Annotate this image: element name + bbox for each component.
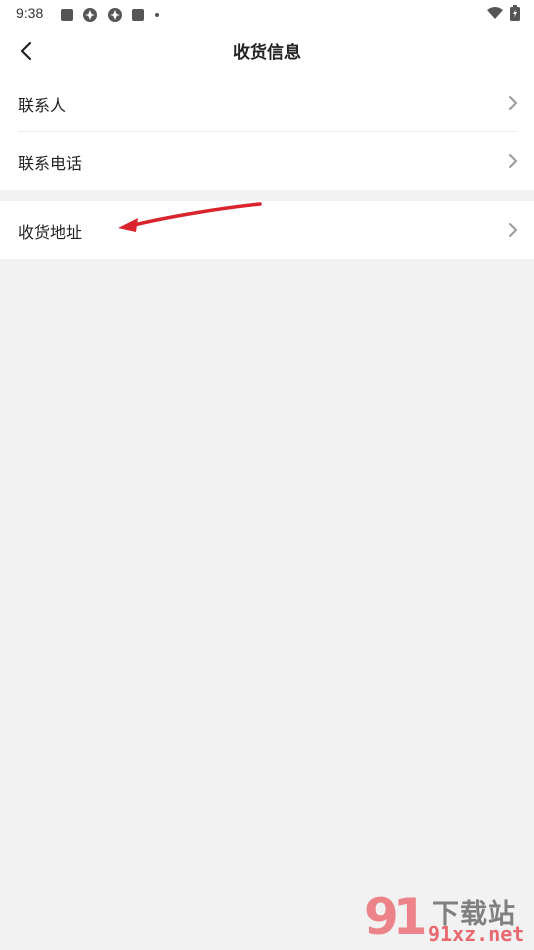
square-icon	[132, 9, 144, 21]
annotation-arrow	[118, 202, 262, 232]
contact-phone-row[interactable]: 联系电话	[0, 132, 534, 190]
square-icon	[61, 9, 73, 21]
contact-section: 联系人 联系电话	[0, 74, 534, 190]
status-time: 9:38	[16, 5, 44, 21]
page-title: 收货信息	[233, 43, 301, 63]
shipping-address-row[interactable]: 收货地址	[0, 201, 534, 259]
contact-name-label: 联系人	[18, 96, 67, 115]
shipping-address-label: 收货地址	[18, 223, 83, 242]
chevron-right-icon	[509, 96, 517, 110]
watermark: 91 下载站 91xz.net	[360, 888, 530, 948]
status-bar: 9:38	[0, 0, 534, 28]
chevron-right-icon	[509, 223, 517, 237]
pinwheel-icon	[108, 8, 122, 22]
pinwheel-icon	[83, 8, 97, 22]
wifi-icon	[487, 7, 503, 19]
contact-phone-label: 联系电话	[18, 154, 83, 173]
chevron-right-icon	[509, 154, 517, 168]
address-section: 收货地址	[0, 201, 534, 259]
watermark-logo: 91	[364, 888, 428, 946]
app-header: 收货信息	[0, 28, 534, 74]
status-notification-icons	[61, 7, 159, 23]
battery-charging-icon	[510, 5, 520, 21]
watermark-url: 91xz.net	[428, 922, 525, 946]
dot-icon	[155, 13, 159, 17]
status-system-icons	[486, 5, 520, 21]
contact-name-row[interactable]: 联系人	[0, 74, 534, 132]
